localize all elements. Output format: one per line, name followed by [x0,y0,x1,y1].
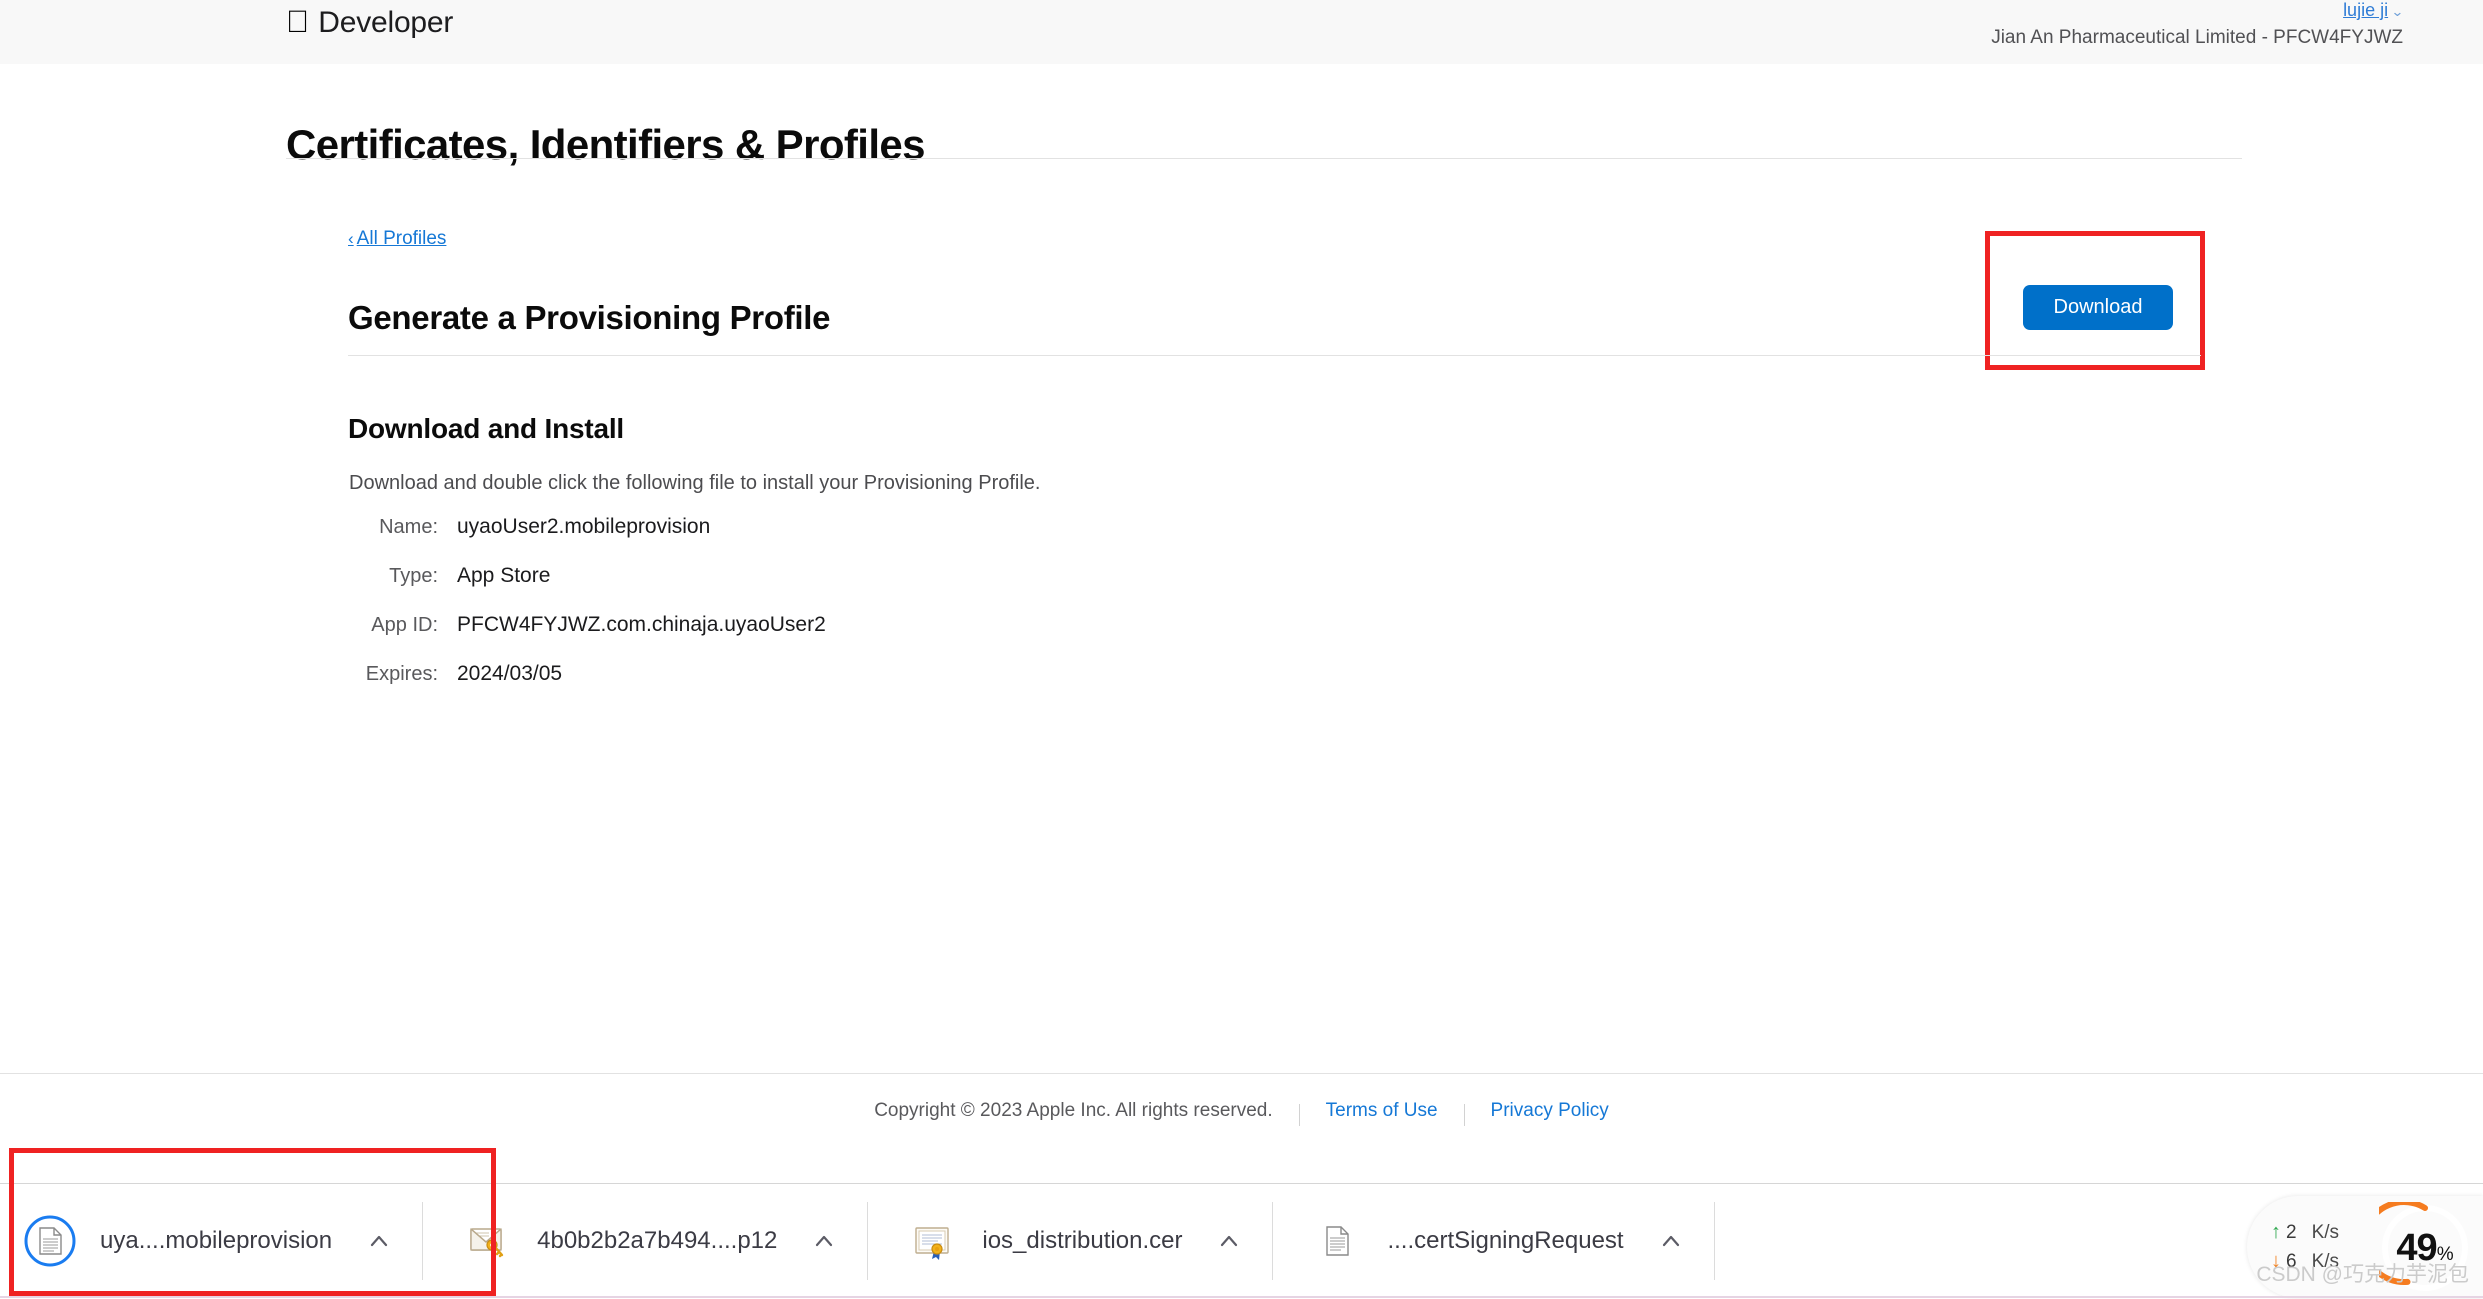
download-item-label: ....certSigningRequest [1387,1227,1624,1254]
document-icon [22,1213,78,1269]
download-item-certsigningrequest[interactable]: ....certSigningRequest [1273,1184,1713,1299]
user-name-label: lujie ji [2343,0,2389,20]
footer-separator [1298,1104,1300,1126]
global-header:  Developer lujie ji⌄ Jian An Pharmaceut… [0,0,2483,64]
detail-label: Name: [379,516,438,538]
breadcrumb-label: All Profiles [356,228,447,249]
document-icon [1309,1213,1365,1269]
copyright-text: Copyright © 2023 Apple Inc. All rights r… [874,1100,1273,1121]
csdn-watermark: CSDN @巧克力芋泥包 [2256,1263,2469,1286]
arrow-up-icon: ↑ [2271,1221,2281,1243]
team-name-label: Jian An Pharmaceutical Limited - PFCW4FY… [1991,27,2403,48]
detail-value: PFCW4FYJWZ.com.chinaja.uyaoUser2 [457,613,826,636]
terms-of-use-link[interactable]: Terms of Use [1326,1100,1438,1122]
download-item-mobileprovision[interactable]: uya....mobileprovision [0,1184,422,1299]
upload-rate-unit: K/s [2311,1221,2340,1243]
footer: Copyright © 2023 Apple Inc. All rights r… [0,1100,2483,1126]
section-divider [348,355,2201,356]
detail-label: Expires: [365,663,438,685]
section-heading: Generate a Provisioning Profile [348,299,831,337]
certificate-seal-icon [904,1213,960,1269]
chevron-up-icon[interactable] [1212,1224,1246,1258]
user-menu-link[interactable]: lujie ji ⌄ [2343,0,2405,22]
download-item-divider [1713,1202,1715,1280]
detail-label: Type: [389,565,438,587]
detail-row: Type: App Store [348,564,1548,613]
download-item-label: 4b0b2b2a7b494....p12 [537,1227,778,1254]
browser-download-bar: uya....mobileprovision 4b0b2b2a7b494....… [0,1183,2483,1298]
privacy-policy-link[interactable]: Privacy Policy [1491,1100,1609,1122]
page-title: Certificates, Identifiers & Profiles [286,121,926,169]
install-description: Download and double click the following … [349,472,1041,494]
download-item-label: ios_distribution.cer [982,1227,1183,1254]
developer-wordmark: Developer [295,6,453,39]
install-heading: Download and Install [348,413,625,444]
account-block: lujie ji ⌄ Jian An Pharmaceutical Limited… [1991,0,2405,49]
download-item-label: uya....mobileprovision [100,1227,333,1254]
detail-row: Name: uyaoUser2.mobileprovision [348,515,1548,564]
breadcrumb-all-profiles[interactable]: ‹ All Profiles [348,228,446,250]
profile-detail-list: Name: uyaoUser2.mobileprovision Type: Ap… [348,515,1548,711]
envelope-key-icon [459,1213,515,1269]
detail-row: App ID: PFCW4FYJWZ.com.chinaja.uyaoUser2 [348,613,1548,662]
download-item-cer[interactable]: ios_distribution.cer [868,1184,1272,1299]
detail-label: App ID: [371,614,438,636]
chevron-up-icon[interactable] [362,1224,396,1258]
download-item-p12[interactable]: 4b0b2b2a7b494....p12 [423,1184,867,1299]
apple-developer-logo[interactable]:  Developer [286,0,453,46]
chevron-left-icon: ‹ [348,229,354,248]
upload-rate-row: ↑ 2 K/s [2271,1221,2339,1244]
detail-row: Expires: 2024/03/05 [348,662,1548,711]
upload-rate-value: 2 [2286,1221,2297,1243]
detail-value: uyaoUser2.mobileprovision [457,515,711,538]
detail-value: 2024/03/05 [457,662,563,685]
chevron-up-icon[interactable] [1654,1224,1688,1258]
footer-divider [0,1073,2483,1074]
chevron-down-icon: ⌄ [2391,4,2405,19]
chevron-up-icon[interactable] [807,1224,841,1258]
apple-logo-icon:  [286,6,309,37]
detail-value: App Store [457,564,551,587]
title-divider [286,158,2242,159]
download-button[interactable]: Download [2023,285,2173,330]
footer-separator [1463,1104,1465,1126]
